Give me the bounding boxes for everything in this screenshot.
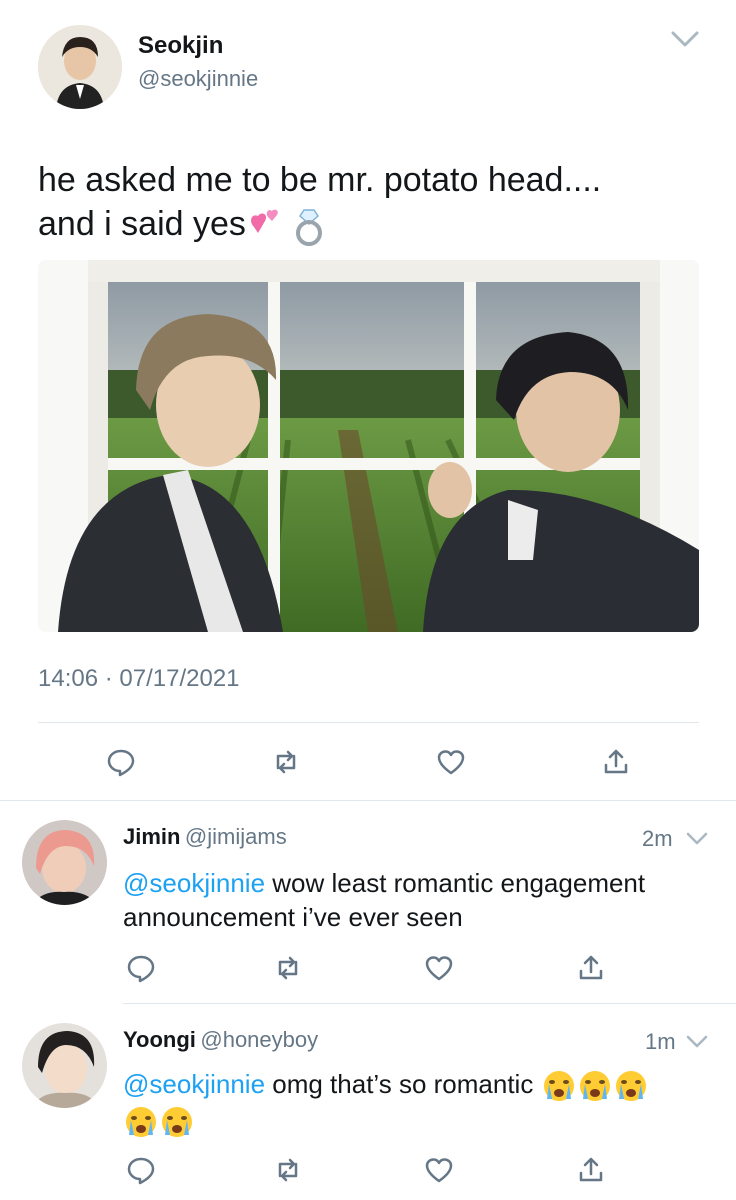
crying-face-icon (159, 1105, 195, 1139)
like-icon[interactable] (421, 1152, 457, 1188)
reply-text: @seokjinnie omg that’s so romantic (123, 1067, 723, 1139)
retweet-icon[interactable] (268, 744, 304, 780)
crying-face-icon (541, 1069, 577, 1103)
tweet-date: 07/17/2021 (119, 665, 240, 692)
share-icon[interactable] (573, 950, 609, 986)
avatar-jimin[interactable] (22, 820, 107, 905)
tweet-media-image[interactable] (38, 260, 699, 632)
retweet-icon[interactable] (270, 950, 306, 986)
retweet-icon[interactable] (270, 1152, 306, 1188)
crying-face-icon (123, 1105, 159, 1139)
tweet-text-line-1: he asked me to be mr. potato head.... (38, 161, 602, 199)
mention-link[interactable]: @seokjinnie (123, 1069, 265, 1099)
divider (38, 722, 699, 723)
reply-header: Yoongi @honeyboy (123, 1027, 318, 1053)
reply-author-handle[interactable]: @honeyboy (200, 1027, 318, 1052)
tweet-text-line-2: and i said yes (38, 205, 246, 243)
crying-face-icon (613, 1069, 649, 1103)
tweet-time: 14:06 (38, 665, 99, 692)
reply-icon[interactable] (123, 950, 159, 986)
reply-icon[interactable] (123, 1152, 159, 1188)
reply-text: @seokjinnie wow least romantic engagemen… (123, 866, 713, 934)
reply-author-name[interactable]: Jimin (123, 824, 180, 849)
avatar-yoongi[interactable] (22, 1023, 107, 1108)
author-handle[interactable]: @seokjinnie (138, 66, 258, 92)
reply-author-name[interactable]: Yoongi (123, 1027, 196, 1052)
reply-time[interactable]: 2m (642, 826, 673, 852)
like-icon[interactable] (421, 950, 457, 986)
ring-icon (292, 206, 326, 247)
like-icon[interactable] (433, 744, 469, 780)
reply-icon[interactable] (103, 744, 139, 780)
reply-header: Jimin @jimijams (123, 824, 287, 850)
two-hearts-icon (246, 207, 286, 245)
mention-link[interactable]: @seokjinnie (123, 868, 265, 898)
tweet-timestamp[interactable]: 14:06 · 07/17/2021 (38, 665, 240, 693)
chevron-down-icon[interactable] (684, 828, 710, 848)
author-name[interactable]: Seokjin (138, 32, 223, 60)
tweet-text: he asked me to be mr. potato head.... an… (38, 158, 698, 247)
reply-time[interactable]: 1m (645, 1029, 676, 1055)
section-divider (0, 800, 736, 801)
share-icon[interactable] (598, 744, 634, 780)
chevron-down-icon[interactable] (684, 1031, 710, 1051)
share-icon[interactable] (573, 1152, 609, 1188)
reply-body: omg that’s so romantic (265, 1069, 534, 1099)
crying-face-icon (577, 1069, 613, 1103)
chevron-down-icon[interactable] (668, 26, 702, 52)
avatar-seokjin[interactable] (38, 25, 122, 109)
reply-divider (123, 1003, 736, 1004)
meta-separator: · (104, 665, 113, 692)
reply-author-handle[interactable]: @jimijams (185, 824, 287, 849)
